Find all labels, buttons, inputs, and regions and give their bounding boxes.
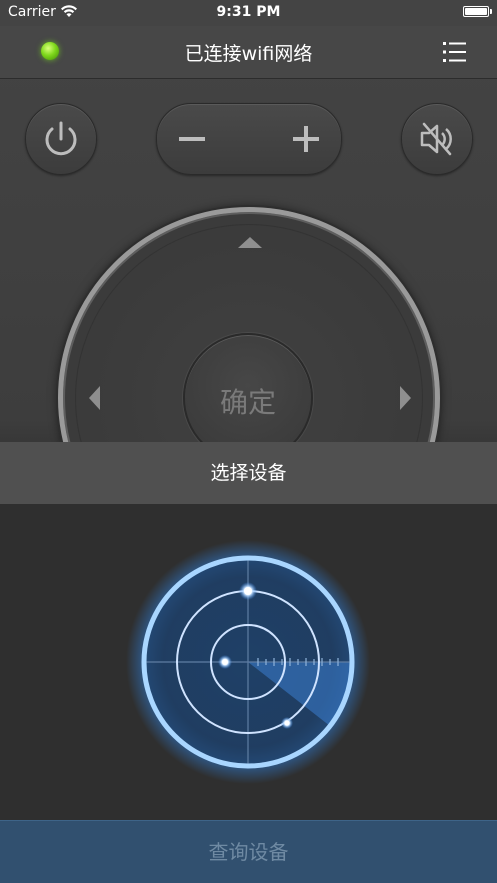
volume-down-button[interactable] bbox=[179, 137, 205, 141]
mute-icon bbox=[420, 122, 452, 156]
volume-control bbox=[156, 103, 342, 175]
ok-button-label: 确定 bbox=[219, 386, 276, 419]
power-icon bbox=[45, 121, 77, 156]
power-button[interactable] bbox=[25, 103, 97, 175]
radar-panel bbox=[0, 504, 497, 820]
status-bar: Carrier 9:31 PM bbox=[0, 0, 497, 26]
nav-bar: 已连接wifi网络 bbox=[0, 26, 497, 79]
remote-control-screen: Carrier 9:31 PM 已连接wifi网络 确定 选择设备 查询设备 bbox=[0, 0, 497, 883]
arrow-left-icon[interactable] bbox=[89, 386, 100, 410]
select-device-header: 选择设备 bbox=[0, 442, 497, 504]
arrow-up-icon[interactable] bbox=[238, 237, 262, 248]
battery-icon bbox=[463, 6, 492, 17]
radar-icon bbox=[126, 540, 370, 784]
mute-button[interactable] bbox=[401, 103, 473, 175]
page-title: 已连接wifi网络 bbox=[184, 43, 313, 65]
list-menu-icon[interactable] bbox=[442, 40, 468, 64]
arrow-right-icon[interactable] bbox=[400, 386, 411, 410]
clock-time: 9:31 PM bbox=[216, 4, 281, 20]
volume-up-button[interactable] bbox=[293, 126, 319, 152]
query-device-button[interactable]: 查询设备 bbox=[0, 820, 497, 883]
